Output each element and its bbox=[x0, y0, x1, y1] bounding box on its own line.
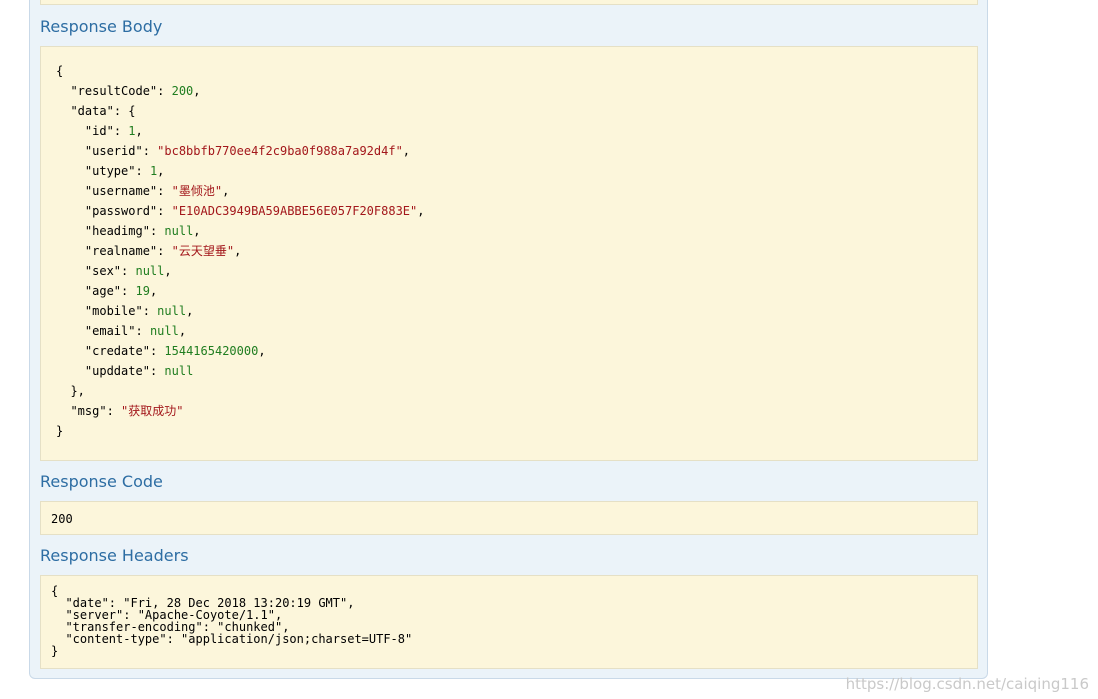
response-panel: Response Body { "resultCode": 200, "data… bbox=[29, 0, 988, 679]
json-line: } bbox=[56, 424, 64, 438]
previous-section-box bbox=[40, 0, 978, 5]
response-code-title: Response Code bbox=[40, 472, 163, 491]
json-line: "age": 19, bbox=[84, 284, 158, 298]
json-line: "data": { bbox=[70, 104, 136, 118]
json-line: "realname": "云天望垂", bbox=[84, 244, 242, 258]
json-line: "mobile": null, bbox=[84, 304, 194, 318]
json-line: "userid": "bc8bbfb770ee4f2c9ba0f988a7a92… bbox=[84, 144, 411, 158]
json-line: }, bbox=[70, 384, 85, 398]
response-code-value: 200 bbox=[51, 512, 73, 526]
header-line: "content-type": "application/json;charse… bbox=[65, 632, 413, 646]
response-headers-title: Response Headers bbox=[40, 546, 189, 565]
json-line: "utype": 1, bbox=[84, 164, 165, 178]
json-line: "msg": "获取成功" bbox=[70, 404, 184, 418]
response-code-box[interactable]: 200 bbox=[40, 501, 978, 535]
json-line: "password": "E10ADC3949BA59ABBE56E057F20… bbox=[84, 204, 425, 218]
response-body-box[interactable]: { "resultCode": 200, "data": { "id": 1, … bbox=[40, 46, 978, 461]
header-line: } bbox=[51, 644, 59, 658]
json-line: "headimg": null, bbox=[84, 224, 201, 238]
json-line: "id": 1, bbox=[84, 124, 143, 138]
json-line: "email": null, bbox=[84, 324, 187, 338]
response-body-title: Response Body bbox=[40, 17, 163, 36]
json-line: "username": "墨倾池", bbox=[84, 184, 230, 198]
response-headers-box[interactable]: { "date": "Fri, 28 Dec 2018 13:20:19 GMT… bbox=[40, 575, 978, 669]
json-line: "credate": 1544165420000, bbox=[84, 344, 266, 358]
json-line: "sex": null, bbox=[84, 264, 172, 278]
watermark: https://blog.csdn.net/caiqing116 bbox=[845, 675, 1089, 693]
json-line: "upddate": null bbox=[84, 364, 194, 378]
json-line: "resultCode": 200, bbox=[70, 84, 201, 98]
json-line: { bbox=[56, 64, 64, 78]
